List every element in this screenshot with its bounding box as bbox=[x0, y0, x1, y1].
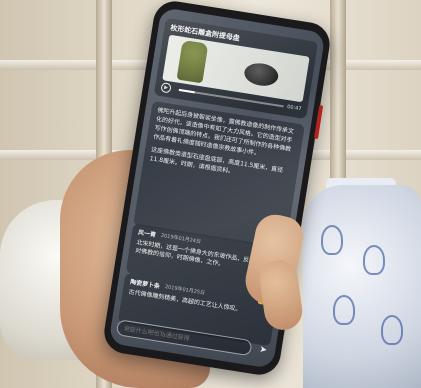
progress-fill bbox=[178, 88, 195, 94]
comment-author: 陶瓷萝卜条 bbox=[129, 278, 161, 291]
vase-motif bbox=[381, 315, 403, 345]
statue-thumbnail bbox=[176, 39, 209, 84]
vase-motif bbox=[321, 225, 343, 255]
photo-scene: 枚形蛇石雕盒附提母盘 ▶ 00:47 佛陀升起后身披袈裟坐像，露佛教造像的制作传… bbox=[0, 0, 421, 388]
time-total: 00:47 bbox=[286, 104, 302, 113]
play-icon[interactable]: ▶ bbox=[160, 82, 172, 94]
vase-motif bbox=[333, 295, 355, 325]
vase-motif bbox=[363, 245, 385, 275]
blue-white-vase bbox=[303, 185, 421, 388]
bowl-thumbnail bbox=[242, 61, 280, 89]
comment-author: 风一青 bbox=[137, 229, 157, 239]
send-icon[interactable]: ➤ bbox=[256, 343, 270, 357]
media-card: 枚形蛇石雕盒附提母盘 ▶ 00:47 bbox=[153, 17, 319, 120]
